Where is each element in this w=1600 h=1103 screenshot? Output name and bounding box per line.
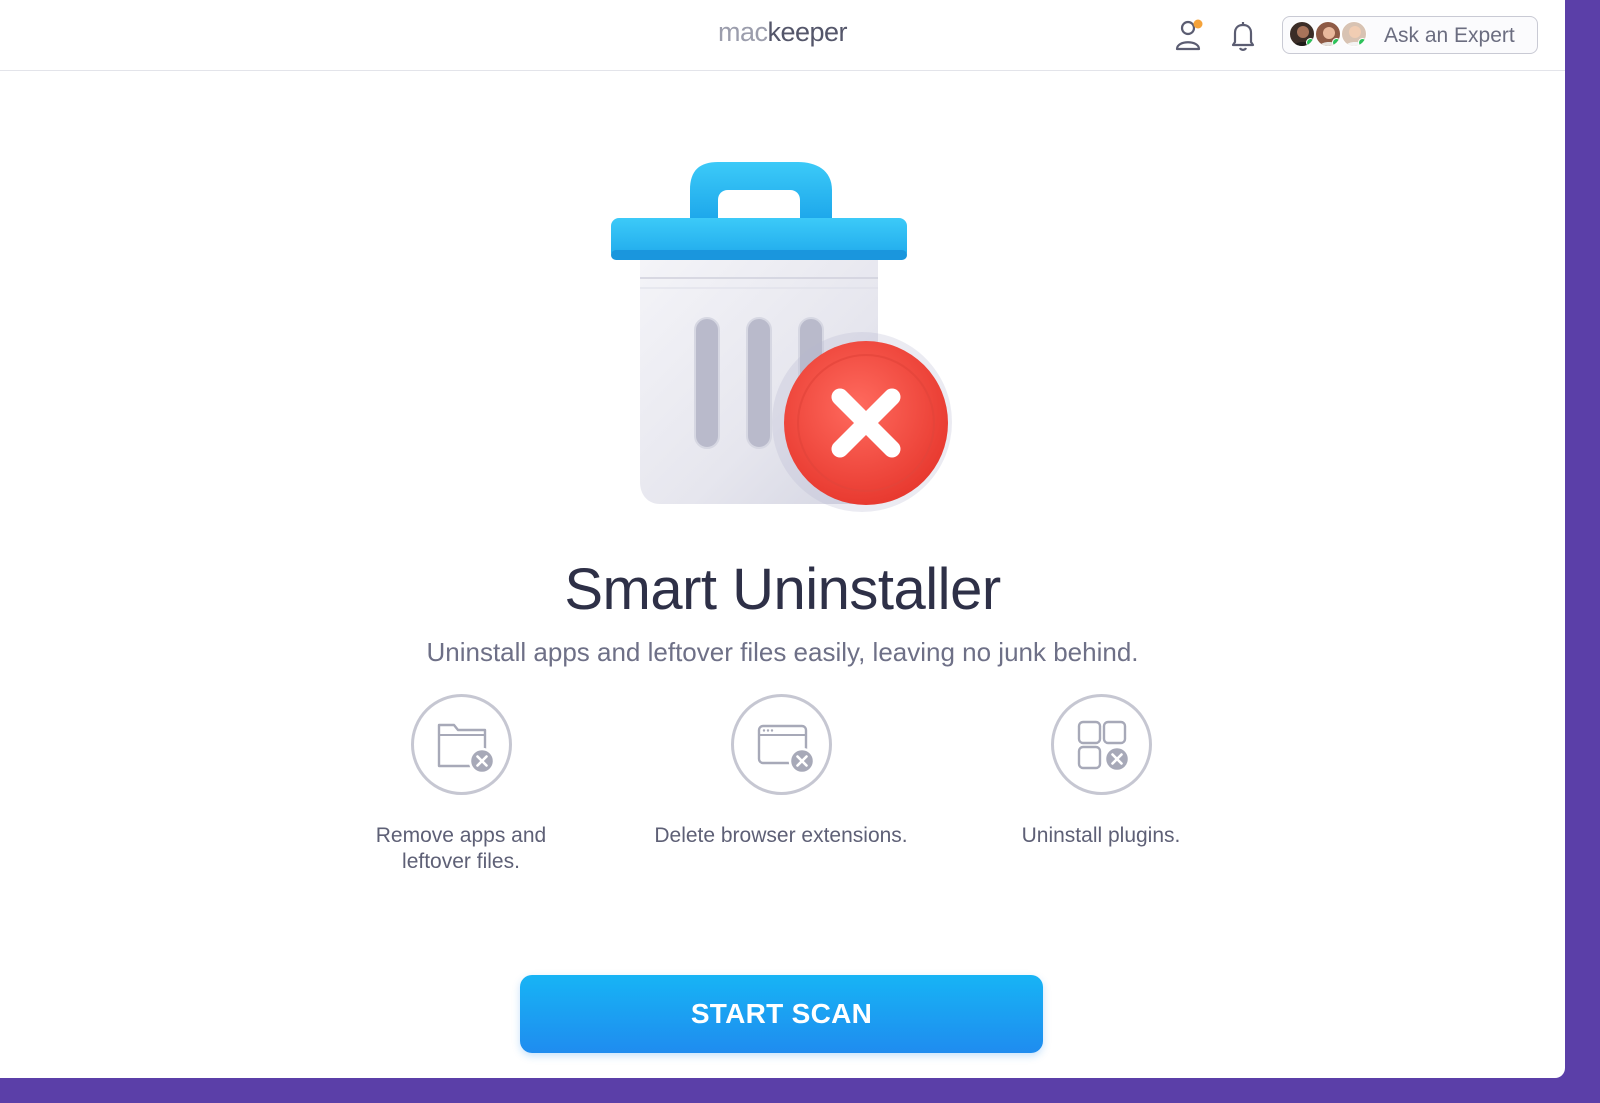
online-indicator: [1358, 38, 1366, 46]
page-subtitle: Uninstall apps and leftover files easily…: [426, 637, 1139, 667]
online-indicator: [1306, 38, 1314, 46]
feature-label: Remove apps and leftover files.: [375, 824, 547, 873]
bell-icon: [1231, 22, 1255, 51]
feature-icon-circle: [410, 694, 512, 795]
trash-icon: [611, 162, 952, 512]
account-button[interactable]: [1174, 18, 1208, 54]
feature-delete-extensions: Delete browser extensions.: [631, 694, 931, 849]
notifications-button[interactable]: [1226, 18, 1260, 54]
online-indicator: [1332, 38, 1340, 46]
hero-illustration: [600, 150, 960, 520]
apps-remove-icon: [1077, 720, 1130, 773]
expert-avatar-3: [1341, 21, 1367, 47]
folder-remove-icon: [437, 723, 495, 775]
feature-uninstall-plugins: Uninstall plugins.: [951, 694, 1251, 849]
start-scan-button[interactable]: START SCAN: [520, 975, 1043, 1053]
browser-remove-icon: [757, 724, 815, 775]
feature-label: Delete browser extensions.: [654, 824, 908, 847]
ask-expert-label: Ask an Expert: [1384, 24, 1515, 47]
feature-remove-apps: Remove apps and leftover files.: [311, 694, 611, 875]
feature-icon-circle: [1050, 694, 1152, 795]
feature-icon-circle: [730, 694, 832, 795]
user-icon: [1175, 19, 1203, 51]
expert-avatar-2: [1315, 21, 1341, 47]
top-bar: mackeeper Ask an Expert: [0, 0, 1565, 71]
ask-expert-button[interactable]: Ask an Expert: [1282, 16, 1538, 54]
app-window: mackeeper Ask an Expert Smart Uninstalle…: [0, 0, 1565, 1078]
feature-label: Uninstall plugins.: [1021, 824, 1181, 847]
page-title: Smart Uninstaller: [564, 557, 1001, 622]
expert-avatar-1: [1289, 21, 1315, 47]
